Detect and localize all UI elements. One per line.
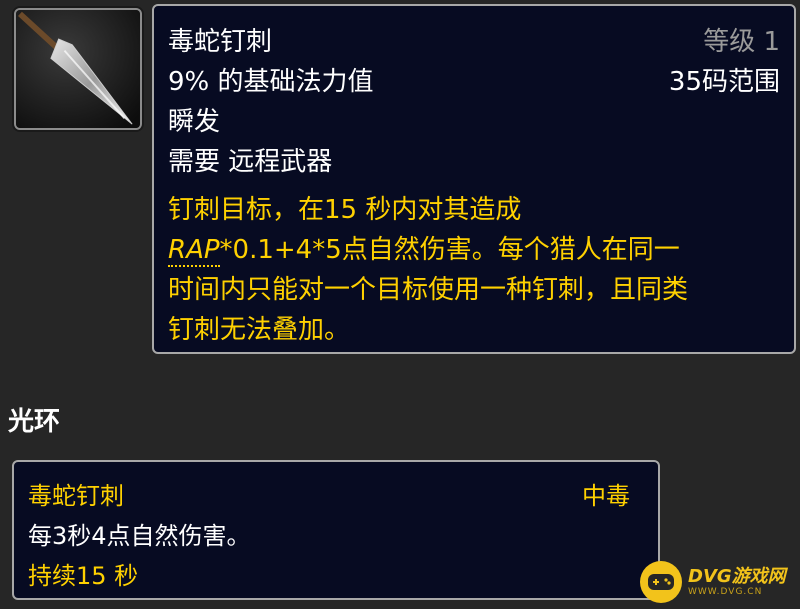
aura-header-row: 毒蛇钉刺 中毒: [28, 478, 630, 514]
rap-term-link[interactable]: RAP: [168, 235, 220, 267]
aura-duration-row: 持续15 秒: [28, 558, 630, 594]
aura-section-title: 光环: [8, 407, 61, 437]
spell-name: 毒蛇钉刺: [168, 27, 273, 57]
spell-cast-time: 瞬发: [168, 107, 221, 137]
tooltip-requires-row: 需要 远程武器: [168, 142, 780, 182]
aura-effect-row: 每3秒4点自然伤害。: [28, 518, 630, 554]
description-line: 钉刺无法叠加。: [168, 315, 351, 345]
serpent-sting-arrowhead-icon: [16, 10, 140, 128]
spell-range: 35码范围: [668, 67, 780, 97]
aura-tooltip: 毒蛇钉刺 中毒 每3秒4点自然伤害。 持续15 秒: [12, 460, 660, 600]
spell-rank: 等级 1: [703, 27, 780, 57]
description-line: RAP*0.1+4*5点自然伤害。每个猎人在同一: [168, 230, 788, 270]
spell-icon-frame[interactable]: [14, 8, 142, 130]
tooltip-header-row: 毒蛇钉刺 等级 1: [168, 22, 780, 62]
gamepad-icon: [640, 561, 682, 603]
spell-tooltip: 毒蛇钉刺 等级 1 9% 的基础法力值 35码范围 瞬发 需要 远程武器 钉刺目…: [152, 4, 796, 354]
aura-type: 中毒: [582, 482, 630, 510]
description-line: 钉刺目标，在15 秒内对其造成: [168, 195, 522, 225]
watermark-domain: WWW.DVG.CN: [688, 586, 763, 597]
aura-duration: 持续15 秒: [28, 562, 139, 590]
watermark-text: DVG游戏网 WWW.DVG.CN: [688, 565, 786, 597]
description-text: *0.1+4*5点自然伤害。每个猎人在同一: [219, 235, 680, 265]
aura-effect: 每3秒4点自然伤害。: [28, 522, 251, 550]
spell-cost: 9% 的基础法力值: [168, 67, 374, 97]
description-line: 时间内只能对一个目标使用一种钉刺，且同类: [168, 275, 689, 305]
tooltip-cast-row: 瞬发: [168, 102, 780, 142]
dvg-watermark: DVG游戏网 WWW.DVG.CN: [640, 560, 796, 604]
spell-requirement: 需要 远程武器: [168, 147, 333, 177]
spell-description: 钉刺目标，在15 秒内对其造成 RAP*0.1+4*5点自然伤害。每个猎人在同一…: [168, 190, 788, 350]
watermark-brand: DVG游戏网: [688, 565, 786, 587]
tooltip-cost-row: 9% 的基础法力值 35码范围: [168, 62, 780, 102]
aura-name: 毒蛇钉刺: [28, 482, 124, 510]
